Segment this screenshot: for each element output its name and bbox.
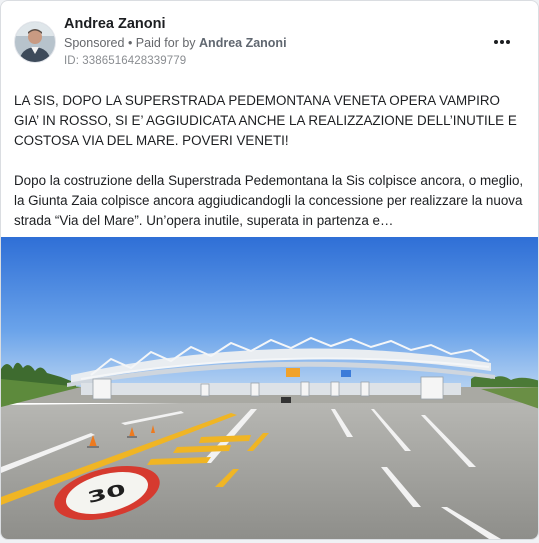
paid-for-name[interactable]: Andrea Zanoni — [199, 36, 287, 50]
highway-toll-plaza-photo-icon — [1, 237, 538, 539]
post-headline: LA SIS, DOPO LA SUPERSTRADA PEDEMONTANA … — [14, 93, 517, 148]
sponsored-label: Sponsored — [64, 36, 125, 50]
paid-for-label: Paid for by — [135, 36, 200, 50]
profile-photo-icon — [15, 22, 55, 62]
avatar[interactable] — [14, 21, 56, 63]
ad-card: Andrea Zanoni Sponsored • Paid for by An… — [0, 0, 539, 540]
post-image[interactable]: 30 — [1, 237, 538, 539]
post-text: LA SIS, DOPO LA SUPERSTRADA PEDEMONTANA … — [14, 91, 524, 231]
author-name[interactable]: Andrea Zanoni — [64, 16, 166, 32]
sponsorship-line: Sponsored • Paid for by Andrea Zanoni — [64, 36, 287, 50]
post-body[interactable]: Dopo la costruzione della Superstrada Pe… — [14, 171, 524, 231]
post-header: Andrea Zanoni Sponsored • Paid for by An… — [14, 13, 526, 69]
ad-id: ID: 3386516428339779 — [64, 55, 187, 67]
more-options-icon[interactable] — [488, 31, 516, 51]
meta-separator: • — [124, 36, 136, 50]
